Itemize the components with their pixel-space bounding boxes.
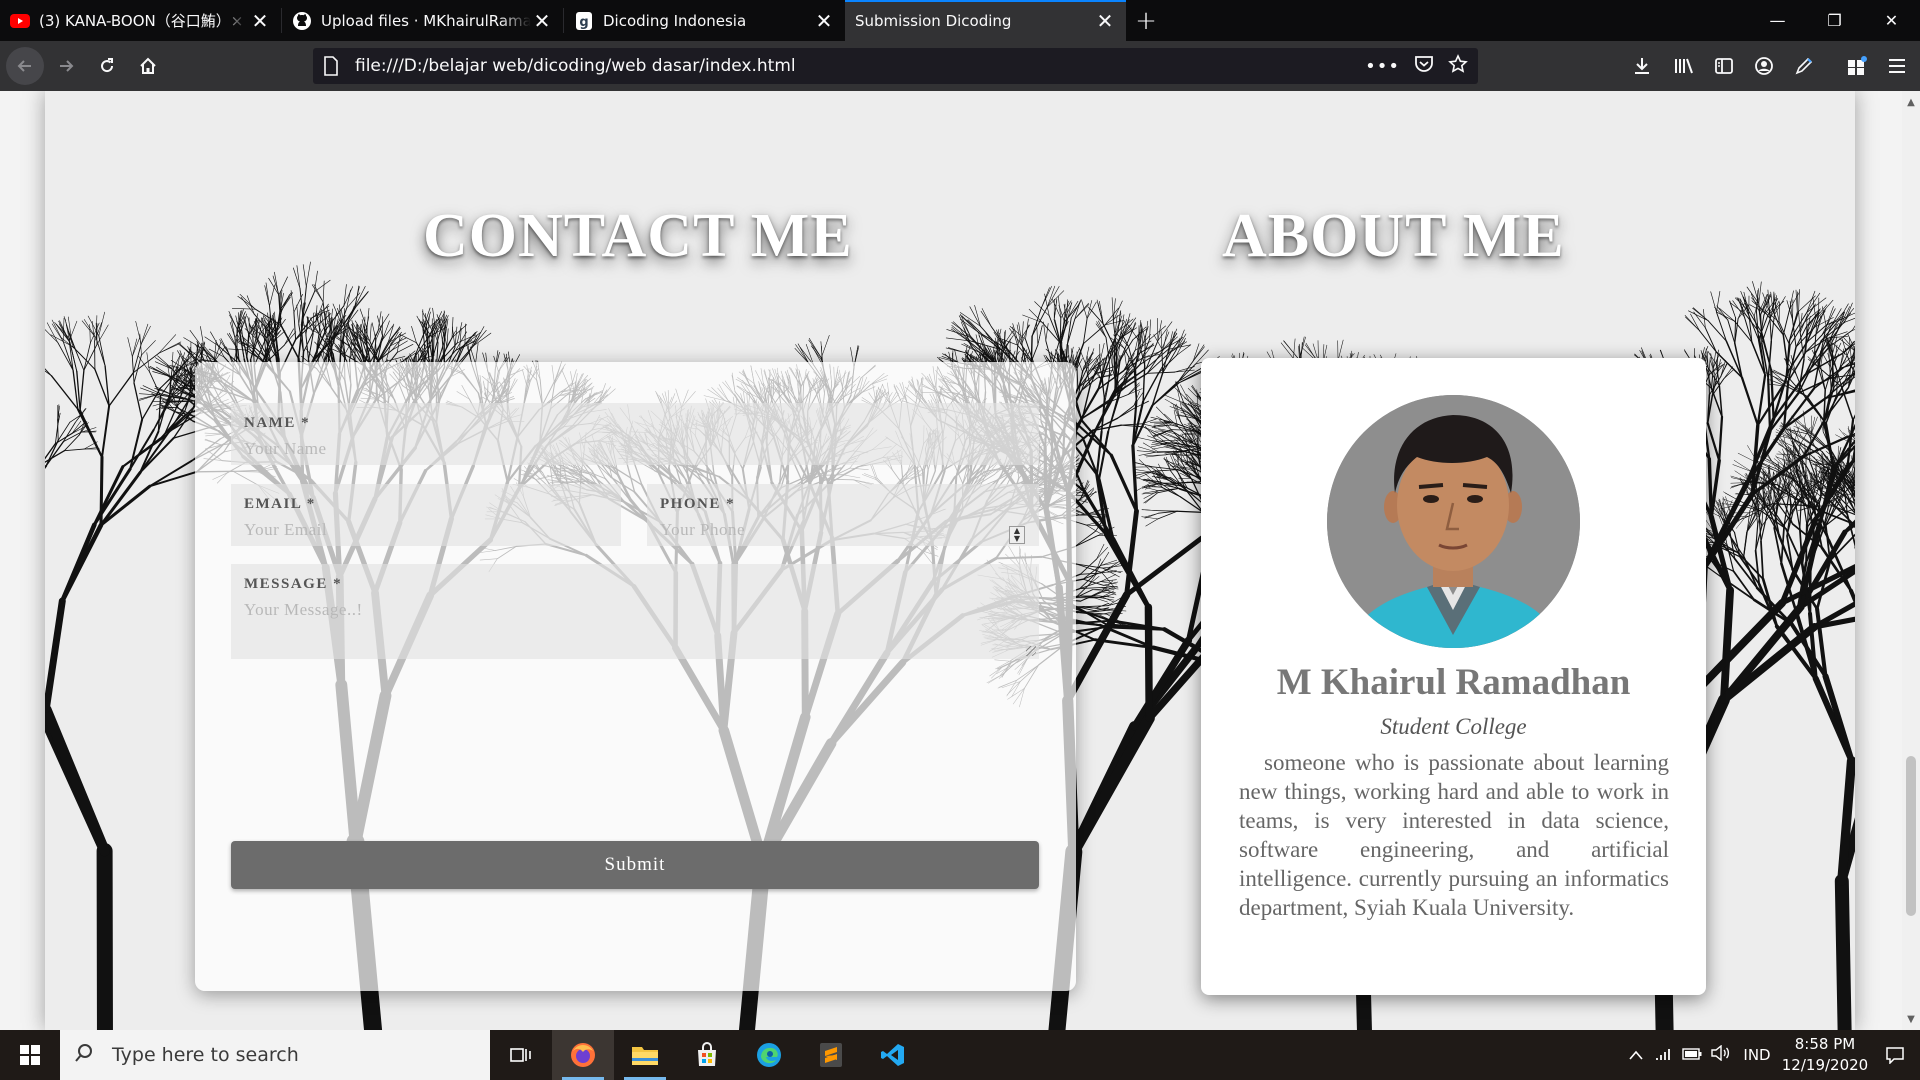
number-spinner-icon[interactable]: ▲ ▼ — [1009, 526, 1025, 544]
file-explorer-icon[interactable] — [614, 1030, 676, 1080]
chevron-up-icon[interactable] — [1622, 1046, 1650, 1064]
about-name: M Khairul Ramadhan — [1276, 662, 1631, 703]
clock-time: 8:58 PM — [1794, 1035, 1856, 1053]
message-field[interactable]: MESSAGE * Your Message..! — [231, 564, 1039, 659]
close-window-icon[interactable]: ✕ — [1863, 0, 1920, 41]
wifi-icon[interactable] — [1650, 1045, 1678, 1065]
sidebar-icon[interactable] — [1714, 41, 1734, 91]
task-view-icon[interactable] — [490, 1030, 552, 1080]
url-text[interactable]: file:///D:/belajar web/dicoding/web dasa… — [355, 56, 1365, 76]
contact-heading: CONTACT ME — [423, 202, 853, 270]
svg-text:g: g — [579, 15, 588, 30]
scroll-down-arrow-icon[interactable]: ▼ — [1905, 1014, 1917, 1026]
scroll-up-arrow-icon[interactable]: ▲ — [1905, 97, 1917, 109]
window-controls: — ❐ ✕ — [1749, 0, 1920, 41]
extension-pen-icon[interactable] — [1794, 41, 1814, 91]
pocket-icon[interactable] — [1414, 55, 1434, 78]
restore-icon[interactable]: ❐ — [1806, 0, 1863, 41]
forward-arrow-icon[interactable] — [47, 47, 85, 85]
minimize-icon[interactable]: — — [1749, 0, 1806, 41]
library-icon[interactable] — [1673, 41, 1695, 91]
tab-title: Dicoding Indonesia — [603, 11, 747, 30]
name-label: NAME * — [244, 415, 311, 431]
message-label: MESSAGE * — [244, 576, 343, 592]
web-page: CONTACT ME ABOUT ME NAME * Your Name EMA… — [45, 91, 1855, 1030]
extensions-icon[interactable] — [1846, 41, 1868, 91]
menu-hamburger-icon[interactable] — [1887, 41, 1907, 91]
tab-github[interactable]: Upload files · MKhairulRamadhan ✕ — [282, 0, 563, 41]
github-icon — [292, 11, 312, 31]
phone-field[interactable]: PHONE * Your Phone ▲ ▼ — [647, 484, 1039, 546]
message-input[interactable]: Your Message..! — [244, 600, 363, 620]
vscode-icon[interactable] — [862, 1030, 924, 1080]
system-tray: IND 8:58 PM 12/19/2020 — [1622, 1030, 1920, 1080]
notifications-icon[interactable] — [1870, 1046, 1920, 1064]
windows-start-icon[interactable] — [0, 1030, 60, 1080]
navigation-toolbar: file:///D:/belajar web/dicoding/web dasa… — [0, 41, 1920, 91]
microsoft-store-icon[interactable] — [676, 1030, 738, 1080]
scrollbar-thumb[interactable] — [1906, 756, 1916, 916]
sublime-text-icon[interactable] — [800, 1030, 862, 1080]
page-actions-icon[interactable]: ••• — [1365, 56, 1400, 77]
home-icon[interactable] — [129, 47, 167, 85]
email-input[interactable]: Your Email — [244, 520, 327, 540]
firefox-taskbar-icon[interactable] — [552, 1030, 614, 1080]
account-icon[interactable] — [1754, 41, 1774, 91]
bookmark-star-icon[interactable] — [1448, 53, 1468, 79]
name-field[interactable]: NAME * Your Name — [231, 403, 1039, 465]
tab-submission[interactable]: Submission Dicoding ✕ — [845, 0, 1126, 41]
dicoding-icon: g — [574, 11, 594, 31]
vertical-scrollbar[interactable]: ▲ ▼ — [1902, 91, 1920, 1030]
tab-title: Upload files · MKhairulRamadhan — [321, 11, 531, 30]
youtube-icon — [10, 11, 30, 31]
page-icon — [323, 56, 341, 76]
about-description: someone who is passionate about learning… — [1239, 750, 1669, 920]
volume-icon[interactable] — [1706, 1044, 1734, 1065]
reload-icon[interactable] — [88, 47, 126, 85]
close-tab-icon[interactable]: ✕ — [1094, 9, 1116, 33]
search-placeholder: Type here to search — [112, 1044, 299, 1066]
about-role: Student College — [1380, 714, 1527, 739]
tab-youtube[interactable]: (3) KANA-BOON（谷口鮪）× 2 ✕ — [0, 0, 281, 41]
new-tab-button[interactable]: + — [1126, 0, 1166, 41]
input-language-indicator[interactable]: IND — [1734, 1046, 1780, 1064]
profile-photo — [1327, 395, 1580, 648]
windows-taskbar: Type here to search IND 8:58 PM 12/19/20… — [0, 1030, 1920, 1080]
email-label: EMAIL * — [244, 496, 316, 512]
tab-title: Submission Dicoding — [855, 11, 1012, 30]
name-input[interactable]: Your Name — [244, 439, 327, 459]
contact-form: NAME * Your Name EMAIL * Your Email PHON… — [195, 362, 1076, 991]
resize-handle-icon[interactable] — [1026, 646, 1036, 656]
battery-icon[interactable] — [1678, 1046, 1706, 1064]
email-field[interactable]: EMAIL * Your Email — [231, 484, 621, 546]
downloads-icon[interactable] — [1632, 41, 1652, 91]
phone-input[interactable]: Your Phone — [660, 520, 745, 540]
close-tab-icon[interactable]: ✕ — [531, 9, 553, 33]
clock-date: 12/19/2020 — [1781, 1056, 1869, 1074]
page-viewport: CONTACT ME ABOUT ME NAME * Your Name EMA… — [0, 91, 1920, 1030]
edge-browser-icon[interactable] — [738, 1030, 800, 1080]
taskbar-search-box[interactable]: Type here to search — [60, 1030, 490, 1080]
search-icon — [74, 1043, 94, 1068]
about-card: M Khairul Ramadhan Student College someo… — [1201, 358, 1706, 995]
phone-label: PHONE * — [660, 496, 736, 512]
url-bar[interactable]: file:///D:/belajar web/dicoding/web dasa… — [313, 48, 1478, 84]
close-tab-icon[interactable]: ✕ — [249, 9, 271, 33]
tab-dicoding[interactable]: g Dicoding Indonesia ✕ — [564, 0, 845, 41]
close-tab-icon[interactable]: ✕ — [813, 9, 835, 33]
back-arrow-icon[interactable] — [6, 47, 44, 85]
browser-tab-bar: (3) KANA-BOON（谷口鮪）× 2 ✕ Upload files · M… — [0, 0, 1920, 41]
tab-title: (3) KANA-BOON（谷口鮪）× 2 — [39, 12, 249, 30]
submit-button[interactable]: Submit — [231, 841, 1039, 889]
about-heading: ABOUT ME — [1222, 202, 1565, 270]
system-clock[interactable]: 8:58 PM 12/19/2020 — [1780, 1034, 1870, 1076]
